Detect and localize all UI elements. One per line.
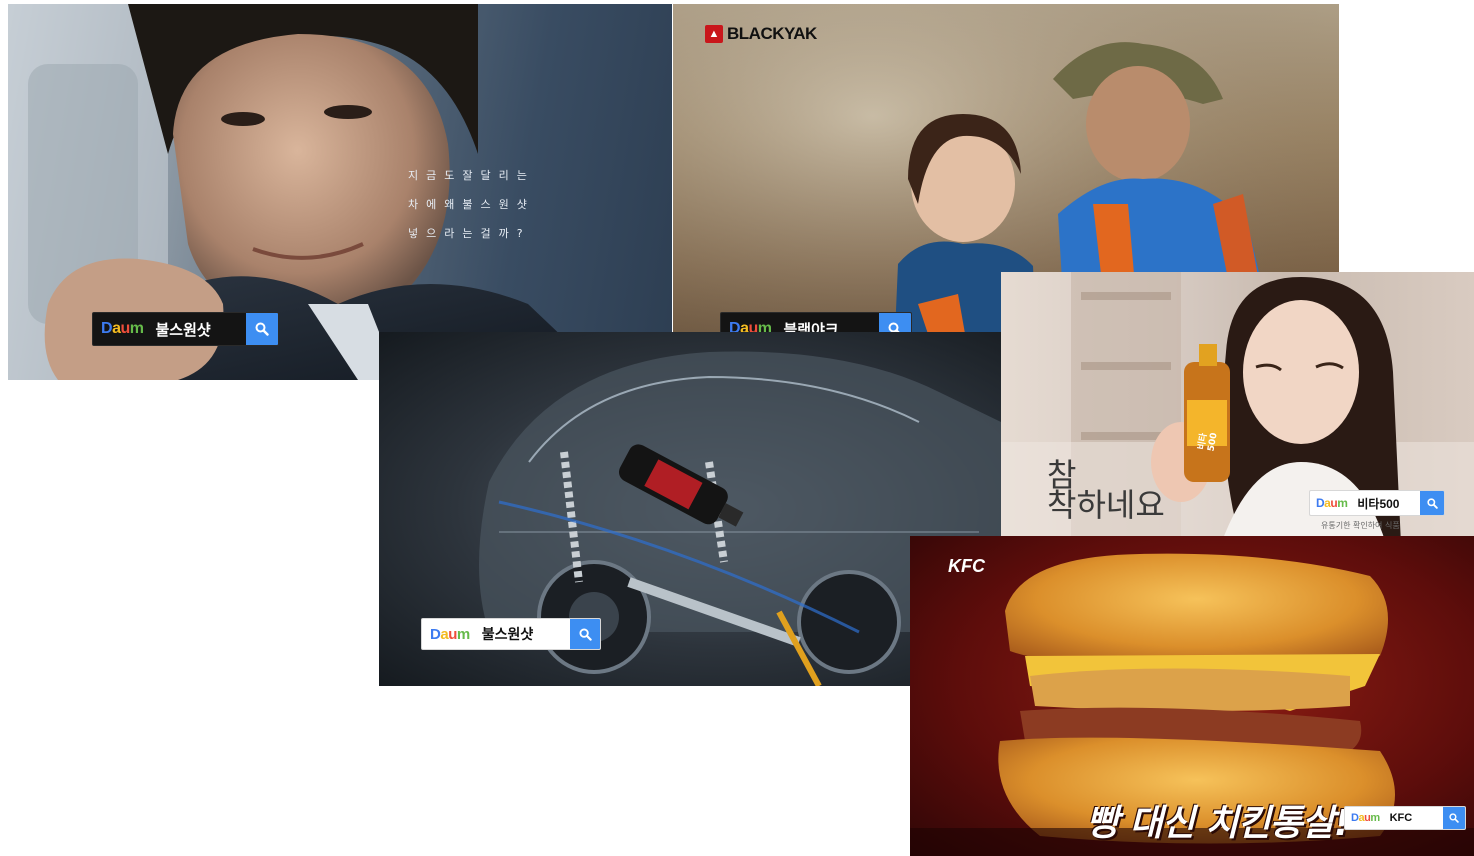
search-query[interactable]: KFC: [1384, 807, 1443, 829]
search-button[interactable]: [1443, 807, 1465, 829]
search-query[interactable]: 비타500: [1351, 491, 1420, 515]
ad-copy-line-1: 지금도잘달리는: [408, 169, 535, 182]
blackyak-logo: ▲ BLACKYAK: [705, 24, 817, 44]
search-button[interactable]: [1420, 491, 1444, 515]
kfc-logo: KFC: [948, 556, 985, 576]
search-icon: [255, 322, 269, 336]
search-button[interactable]: [246, 313, 278, 345]
search-query[interactable]: 불스원샷: [476, 619, 570, 649]
daum-search-bar[interactable]: Daum 불스원샷: [92, 312, 279, 346]
daum-search-bar[interactable]: Daum 비타500: [1309, 490, 1445, 516]
daum-logo: Daum: [1316, 496, 1348, 510]
search-button[interactable]: [570, 619, 600, 649]
ad-headline: 빵 대신 치킨통살!: [1086, 803, 1350, 844]
car-ad-panel-2: Daum 불스원샷: [379, 332, 1001, 686]
car-ad-panel-1: 지금도잘달리는 차에왜불스원샷 넣으라는걸까? Daum 불스원샷: [8, 4, 672, 380]
daum-logo: Daum: [1351, 812, 1380, 824]
daum-search-bar[interactable]: Daum KFC: [1344, 806, 1466, 830]
ad-copy-line-2: 차에왜불스원샷: [408, 198, 535, 211]
search-icon: [1449, 813, 1459, 823]
blackyak-emblem-icon: ▲: [705, 25, 723, 43]
ad-disclaimer: 유통기한 확인하여 식품: [1321, 521, 1400, 530]
ad-headline-2: 착하네요: [1047, 486, 1165, 524]
search-icon: [578, 627, 592, 641]
search-query[interactable]: 불스원샷: [149, 313, 246, 345]
blackyak-brand: BLACKYAK: [727, 24, 817, 43]
daum-search-bar[interactable]: Daum 불스원샷: [421, 618, 601, 650]
vita500-ad-panel: 비타500 참 착하네요 Daum 비타500 유통기한 확인하여 식품: [1001, 272, 1474, 544]
daum-logo: Daum: [430, 625, 470, 643]
search-icon: [1426, 497, 1438, 509]
daum-logo: Daum: [101, 320, 144, 337]
kfc-ad-panel: KFC 빵 대신 치킨통살! Daum KFC: [910, 536, 1474, 856]
ad-copy-line-3: 넣으라는걸까?: [408, 227, 531, 240]
